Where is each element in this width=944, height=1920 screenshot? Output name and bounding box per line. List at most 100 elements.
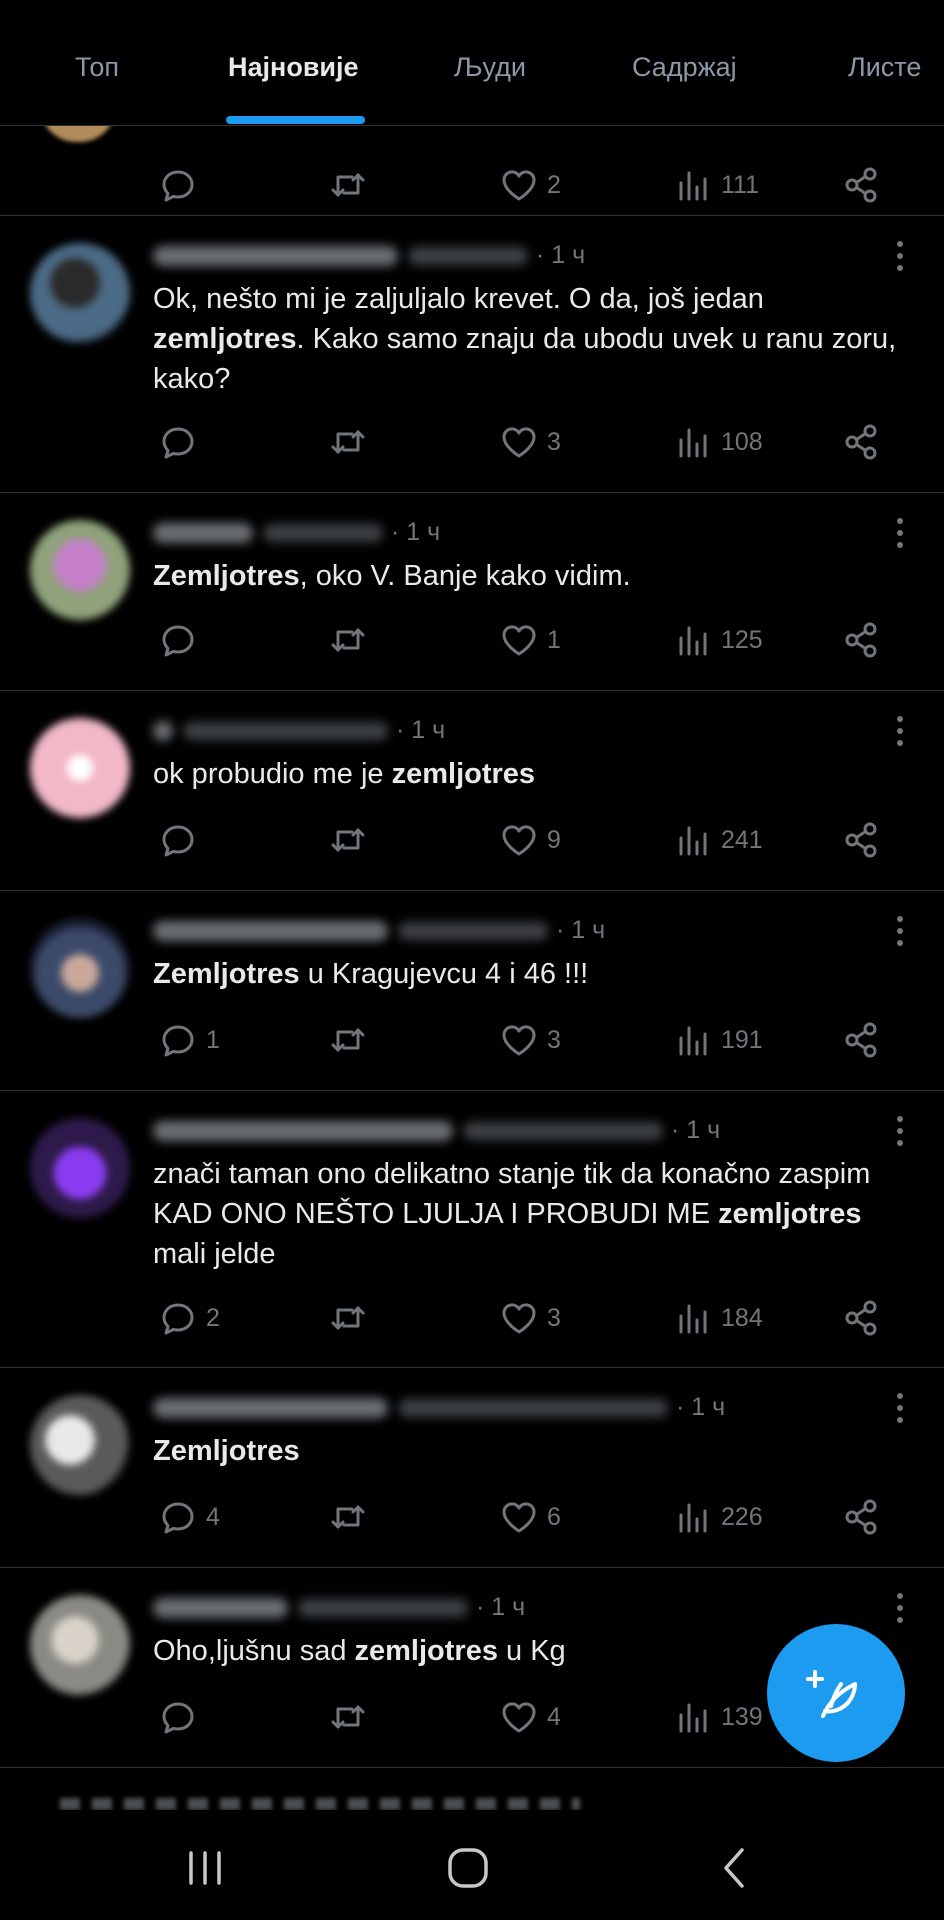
avatar[interactable] [30,1395,130,1495]
like-button[interactable]: 9 [499,818,561,862]
tab-media[interactable]: Садржај [632,52,737,83]
share-button[interactable] [842,420,882,464]
tweet[interactable]: · 1 ч znači taman ono delikatno stanje t… [0,1090,944,1368]
tweet[interactable]: · 1 ч Zemljotres, oko V. Banje kako vidi… [0,492,944,691]
share-button[interactable] [842,618,882,662]
views-button[interactable]: 241 [673,818,763,862]
like-count: 3 [547,1303,561,1332]
retweet-button[interactable] [328,1296,368,1340]
tab-latest[interactable]: Најновије [228,52,359,83]
tab-top[interactable]: Топ [75,52,119,83]
reply-icon [162,427,194,459]
more-options-button[interactable] [896,1116,904,1150]
reply-count: 1 [206,1025,220,1054]
tweet[interactable]: · 1 ч Zemljotres 4 6 226 [0,1367,944,1568]
retweet-button[interactable] [328,818,368,862]
view-count: 184 [721,1303,763,1332]
author-name[interactable] [153,1398,388,1419]
author-handle[interactable] [398,922,548,941]
share-button[interactable] [842,818,882,862]
retweet-icon [331,1028,365,1052]
tweet-time: · 1 ч [536,241,586,269]
avatar[interactable] [30,243,130,343]
retweet-button[interactable] [328,1495,368,1539]
like-button[interactable]: 3 [499,1018,561,1062]
tweet[interactable]: 2 111 [0,125,944,216]
views-button[interactable]: 111 [673,163,759,207]
retweet-button[interactable] [328,618,368,662]
like-button[interactable]: 6 [499,1495,561,1539]
author-name[interactable] [153,1121,453,1142]
avatar[interactable] [30,1595,130,1695]
author-handle[interactable] [398,1399,668,1418]
views-button[interactable]: 184 [673,1296,763,1340]
reply-button[interactable]: 1 [158,1018,220,1062]
more-options-button[interactable] [896,1393,904,1427]
like-button[interactable]: 4 [499,1695,561,1739]
author-handle[interactable] [183,722,388,741]
retweet-button[interactable] [328,1018,368,1062]
views-button[interactable]: 226 [673,1495,763,1539]
avatar[interactable] [30,520,130,620]
retweet-button[interactable] [328,163,368,207]
share-button[interactable] [842,1495,882,1539]
retweet-icon [331,430,365,454]
share-button[interactable] [842,163,882,207]
author-name[interactable] [153,523,253,544]
views-button[interactable]: 125 [673,618,763,662]
more-options-button[interactable] [896,916,904,950]
author-handle[interactable] [263,524,383,543]
author-handle[interactable] [408,247,528,266]
reply-button[interactable]: 2 [158,1296,220,1340]
back-button[interactable] [704,1838,764,1898]
home-button[interactable] [438,1838,498,1898]
like-button[interactable]: 1 [499,618,561,662]
tweet-time: · 1 ч [671,1116,721,1144]
like-button[interactable]: 3 [499,420,561,464]
reply-button[interactable] [158,818,206,862]
share-button[interactable] [842,1296,882,1340]
author-handle[interactable] [298,1599,468,1618]
author-name[interactable] [153,1598,288,1619]
tweet-meta: · 1 ч [153,1393,725,1422]
author-handle[interactable] [463,1122,663,1141]
views-button[interactable]: 139 [673,1695,763,1739]
author-name[interactable] [153,921,388,942]
tweet[interactable]: · 1 ч ok probudio me je zemljotres 9 241 [0,690,944,891]
views-button[interactable]: 191 [673,1018,763,1062]
retweet-icon [331,1505,365,1529]
tweet-text: ok probudio me je zemljotres [153,758,536,790]
avatar[interactable] [30,918,130,1018]
avatar[interactable] [30,1118,130,1218]
like-button[interactable]: 3 [499,1296,561,1340]
author-name[interactable] [153,721,173,742]
more-options-button[interactable] [896,518,904,552]
compose-tweet-button[interactable] [767,1624,905,1762]
reply-button[interactable] [158,420,206,464]
views-button[interactable]: 108 [673,420,763,464]
like-button[interactable]: 2 [499,163,561,207]
more-options-button[interactable] [896,1593,904,1627]
tab-people[interactable]: Људи [454,52,526,83]
author-name[interactable] [153,246,398,267]
retweet-button[interactable] [328,1695,368,1739]
reply-button[interactable] [158,163,206,207]
tab-lists[interactable]: Листе [848,52,921,83]
reply-icon [162,170,194,202]
home-icon [448,1848,488,1888]
tweet[interactable]: · 1 ч Ok, nešto mi je zaljuljalo krevet.… [0,215,944,493]
share-icon [845,822,877,858]
reply-button[interactable] [158,618,206,662]
more-options-button[interactable] [896,716,904,750]
retweet-button[interactable] [328,420,368,464]
reply-button[interactable] [158,1695,206,1739]
share-button[interactable] [842,1018,882,1062]
reply-icon [162,1502,194,1534]
more-options-button[interactable] [896,241,904,275]
reply-button[interactable]: 4 [158,1495,220,1539]
tweet[interactable]: · 1 ч Zemljotres u Kragujevcu 4 i 46 !!!… [0,890,944,1091]
recent-apps-button[interactable] [175,1838,235,1898]
views-icon [679,626,707,656]
avatar[interactable] [30,718,130,818]
tweet-meta: · 1 ч [153,916,605,945]
